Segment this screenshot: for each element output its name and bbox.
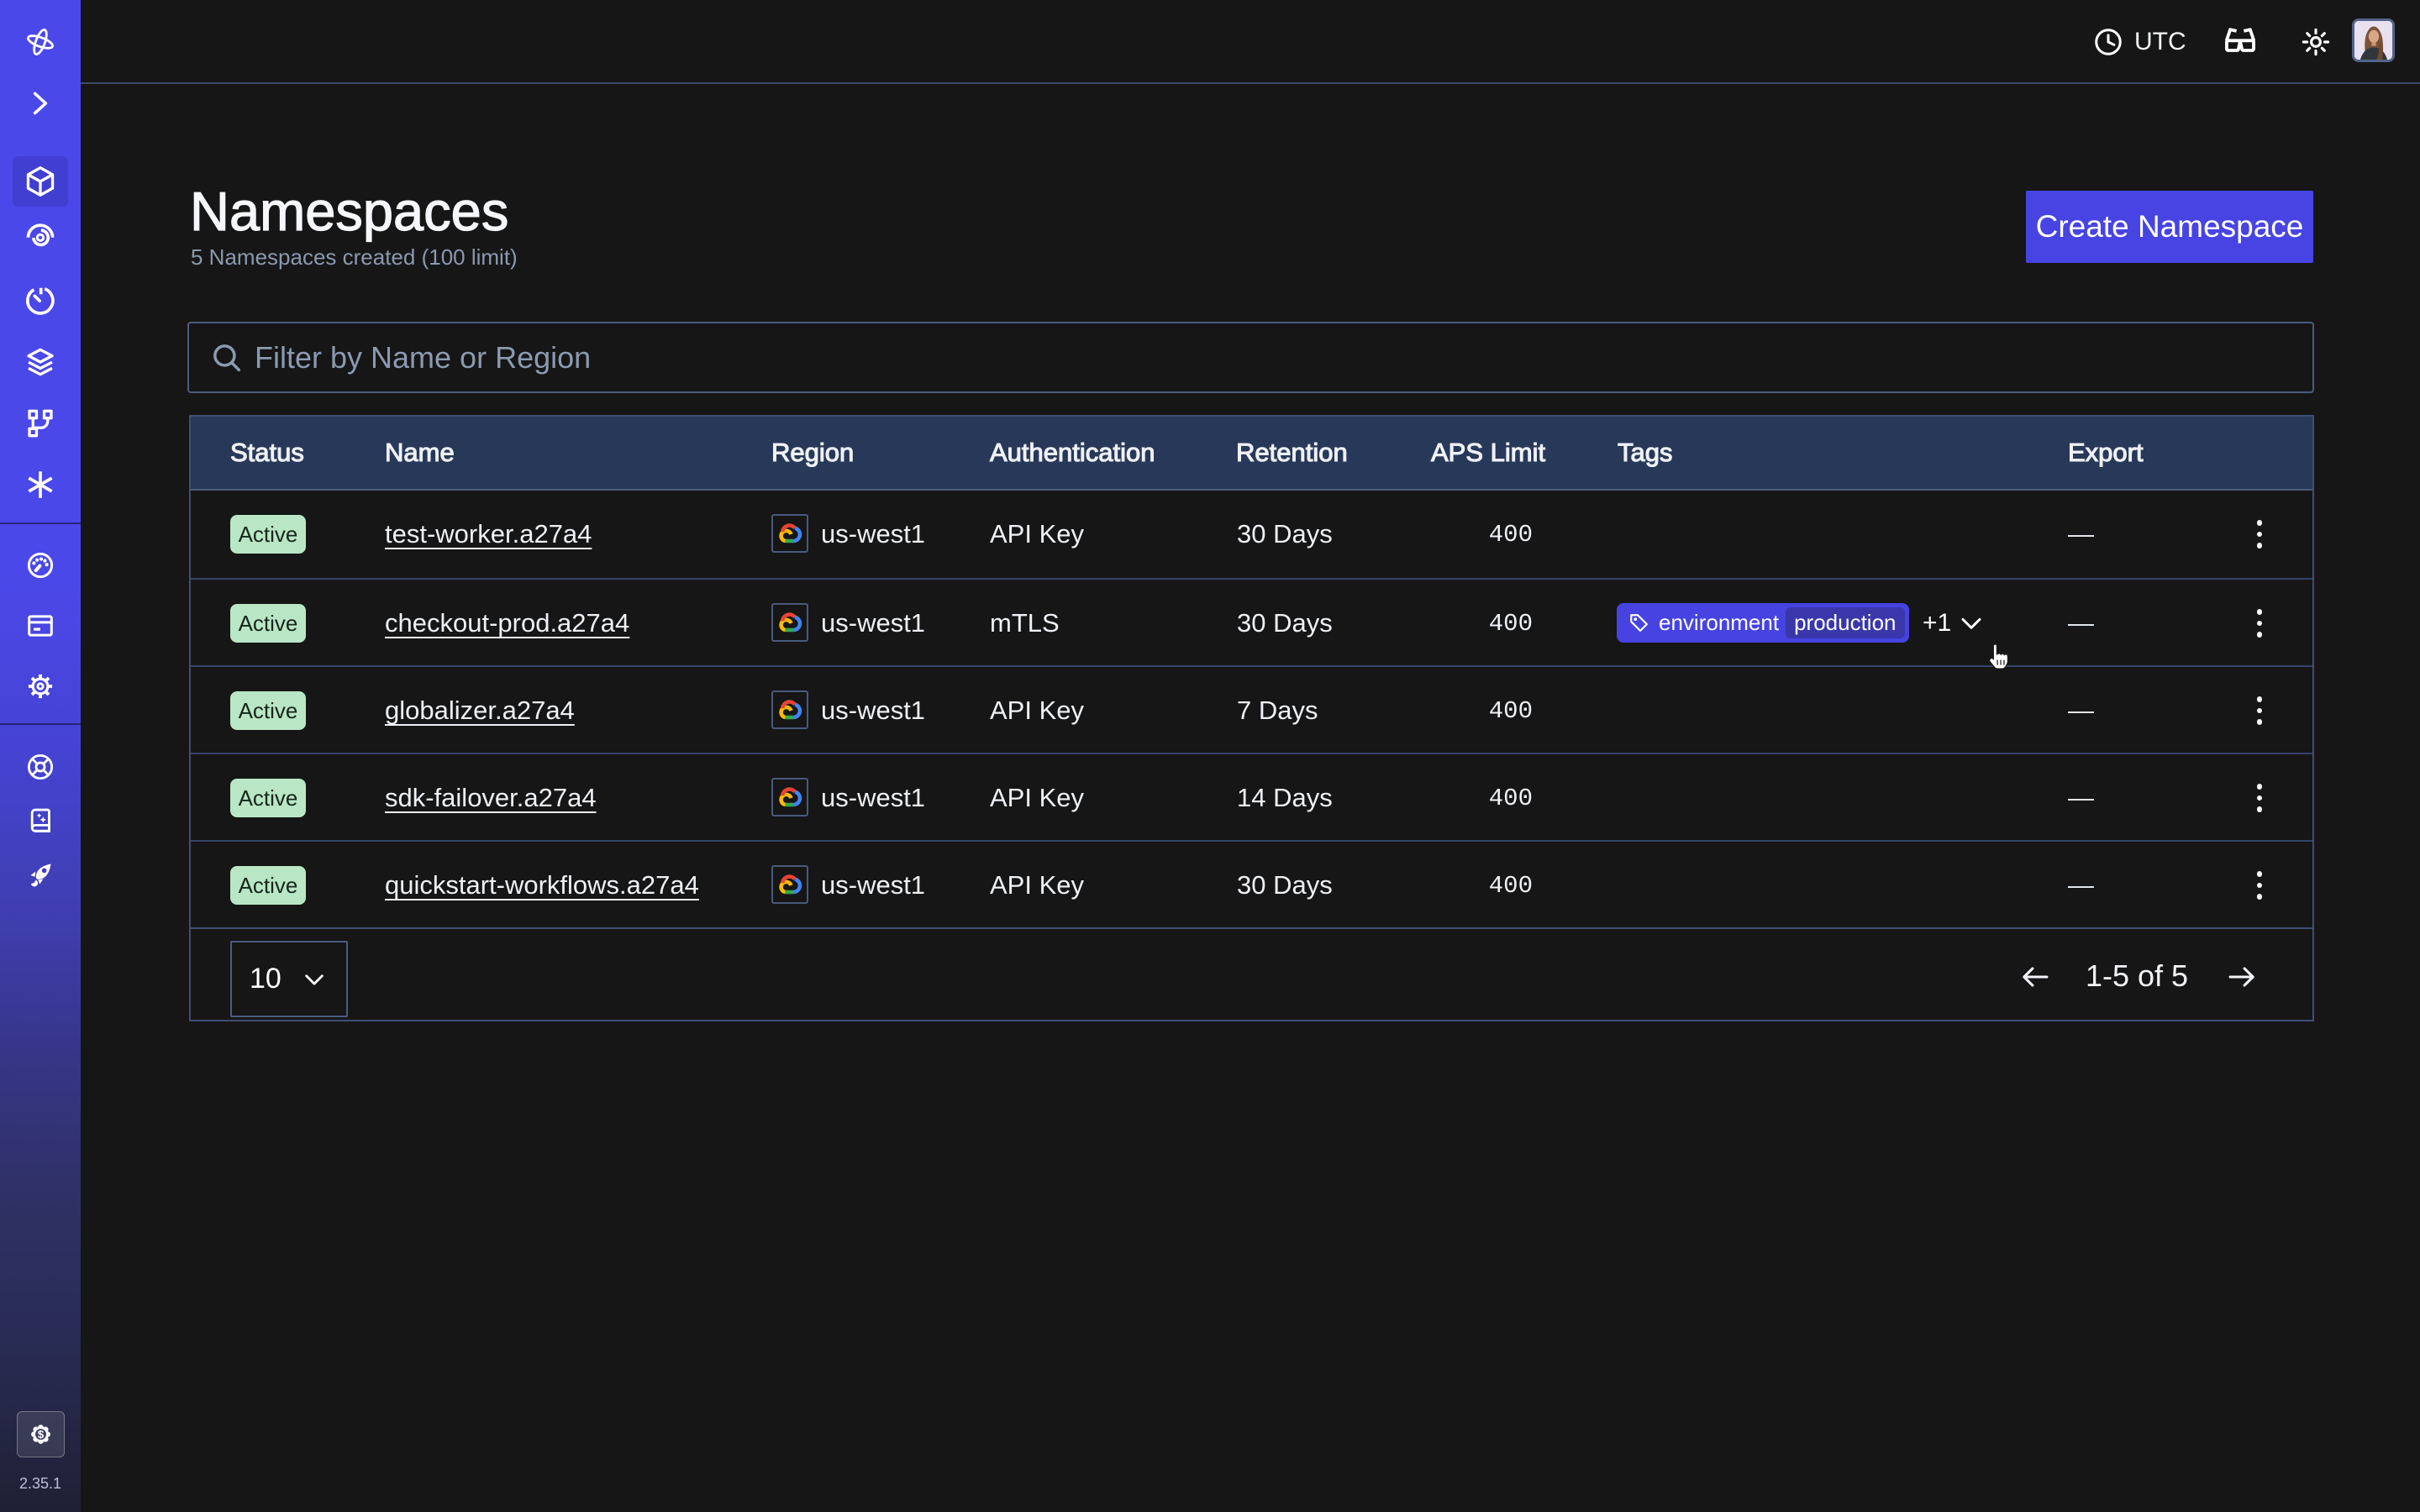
svg-text:$: $ <box>38 1428 45 1441</box>
